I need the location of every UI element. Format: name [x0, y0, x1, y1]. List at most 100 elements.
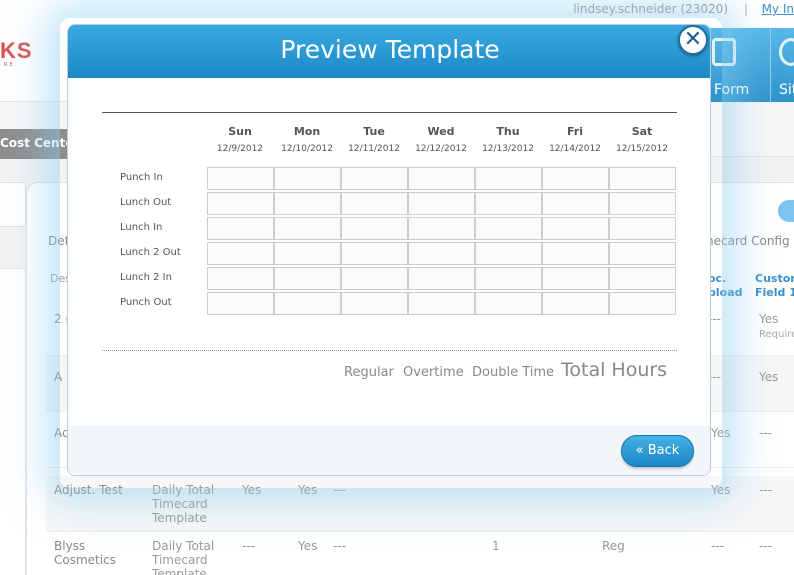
time-cell[interactable]: [207, 217, 274, 240]
table-row[interactable]: Blyss Cosmetics Daily Total Timecard Tem…: [46, 532, 794, 575]
row-custom-field: ---: [759, 483, 772, 497]
time-cell[interactable]: [341, 192, 408, 215]
summary-double-time: Double Time: [472, 365, 555, 380]
row-label: Punch In: [120, 172, 163, 183]
logo: KS: [0, 38, 33, 63]
modal-footer: [68, 426, 710, 475]
time-cell[interactable]: [274, 167, 341, 190]
nav-site[interactable]: Sit: [770, 28, 794, 102]
time-cell[interactable]: [542, 242, 609, 265]
time-cell[interactable]: [274, 242, 341, 265]
bottom-divider: [102, 350, 677, 351]
day-name: Wed: [427, 125, 455, 138]
summary-overtime: Overtime: [403, 365, 464, 380]
row-value: Yes: [298, 539, 318, 553]
time-cell[interactable]: [274, 217, 341, 240]
modal-header: Preview Template: [68, 25, 710, 78]
row-value: ---: [333, 539, 346, 553]
row-label: Punch Out: [120, 297, 172, 308]
time-cell[interactable]: [475, 217, 542, 240]
time-cell[interactable]: [207, 192, 274, 215]
day-name: Sun: [228, 125, 252, 138]
time-cell[interactable]: [542, 192, 609, 215]
time-cell[interactable]: [609, 167, 676, 190]
left-column: [0, 268, 26, 575]
summary-regular: Regular: [344, 365, 394, 380]
row-custom-field: Yes: [759, 370, 779, 384]
modal-title: Preview Template: [280, 35, 500, 64]
panel-action-button[interactable]: [778, 200, 794, 222]
time-cell[interactable]: [207, 292, 274, 315]
time-cell[interactable]: [341, 242, 408, 265]
row-custom-field-note: Require: [759, 329, 794, 340]
time-cell[interactable]: [207, 167, 274, 190]
row-value: ---: [242, 539, 255, 553]
time-cell[interactable]: [341, 167, 408, 190]
time-cell[interactable]: [274, 292, 341, 315]
time-cell[interactable]: [341, 267, 408, 290]
time-cell[interactable]: [609, 192, 676, 215]
time-cell[interactable]: [609, 217, 676, 240]
time-cell[interactable]: [207, 242, 274, 265]
time-cell[interactable]: [542, 267, 609, 290]
time-cell[interactable]: [475, 267, 542, 290]
day-date: 12/13/2012: [482, 144, 534, 154]
time-cell[interactable]: [341, 217, 408, 240]
summary-total-hours: Total Hours: [561, 359, 668, 381]
day-name: Sat: [631, 125, 653, 138]
day-date: 12/9/2012: [216, 144, 264, 154]
time-cell[interactable]: [542, 167, 609, 190]
day-name: Tue: [363, 125, 385, 138]
row-value: 1: [492, 539, 500, 553]
back-button[interactable]: « Back: [621, 435, 694, 467]
row-value: Reg: [602, 539, 625, 553]
row-label: Lunch 2 Out: [120, 247, 181, 258]
time-cell[interactable]: [475, 167, 542, 190]
time-cell[interactable]: [408, 267, 475, 290]
time-cell[interactable]: [274, 267, 341, 290]
row-name: Blyss Cosmetics: [54, 539, 116, 567]
time-cell[interactable]: [609, 267, 676, 290]
time-cell[interactable]: [207, 267, 274, 290]
day-date: 12/11/2012: [348, 144, 400, 154]
time-cell[interactable]: [408, 217, 475, 240]
row-label: Lunch In: [120, 222, 163, 233]
day-name: Thu: [496, 125, 520, 138]
time-cell[interactable]: [408, 192, 475, 215]
time-cell[interactable]: [542, 217, 609, 240]
col-header-custom-field[interactable]: Custom Field 1: [755, 272, 794, 300]
time-cell[interactable]: [408, 167, 475, 190]
logo-subtitle: RE: [4, 62, 15, 68]
time-cell[interactable]: [408, 242, 475, 265]
top-bar: lindsey.schneider (23020) | My In: [0, 0, 794, 20]
row-custom-field: ---: [759, 539, 772, 553]
day-date: 12/15/2012: [616, 144, 668, 154]
my-info-link[interactable]: My In: [762, 2, 794, 16]
row-label: Lunch 2 In: [120, 272, 172, 283]
time-cell[interactable]: [475, 192, 542, 215]
close-icon: ✕: [683, 27, 703, 52]
time-cell[interactable]: [475, 242, 542, 265]
time-cell[interactable]: [408, 292, 475, 315]
day-date: 12/10/2012: [281, 144, 333, 154]
row-custom-field: Yes: [759, 312, 779, 326]
nav-site-label: Sit: [779, 82, 794, 98]
time-cell[interactable]: [609, 292, 676, 315]
time-cell[interactable]: [609, 242, 676, 265]
time-cell[interactable]: [542, 292, 609, 315]
row-doc-upload: ---: [711, 539, 724, 553]
current-user: lindsey.schneider (23020): [573, 2, 728, 16]
topbar-separator: |: [743, 2, 748, 16]
time-cell[interactable]: [274, 192, 341, 215]
top-divider: [102, 112, 677, 113]
left-panel-stub: [0, 182, 26, 227]
row-label: Lunch Out: [120, 197, 172, 208]
day-date: 12/14/2012: [549, 144, 601, 154]
day-name: Fri: [566, 125, 583, 138]
row-template: Daily Total Timecard Template: [152, 539, 215, 575]
time-cell[interactable]: [475, 292, 542, 315]
close-button[interactable]: ✕: [678, 25, 708, 55]
time-cell[interactable]: [341, 292, 408, 315]
row-template: Daily Total Timecard Template: [152, 483, 215, 525]
row-custom-field: ---: [759, 426, 772, 440]
